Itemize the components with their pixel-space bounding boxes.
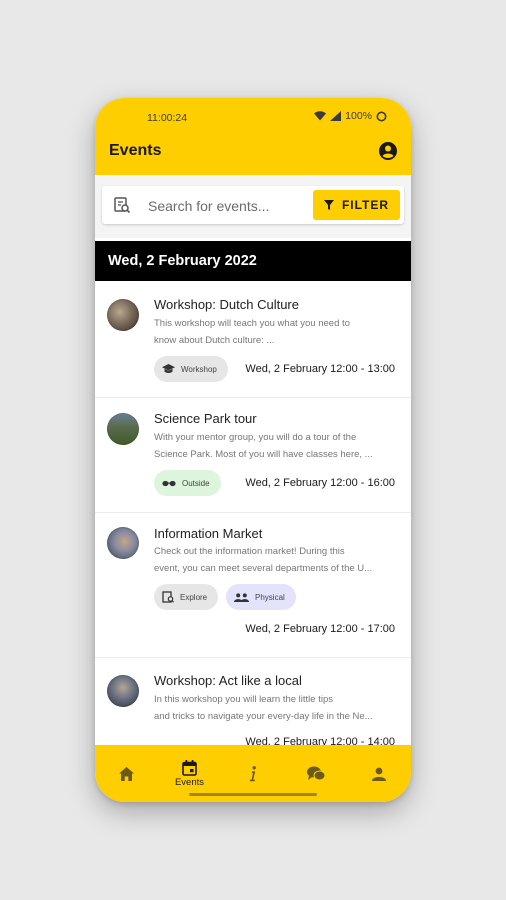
battery-percent: 100% — [345, 110, 372, 122]
bottom-navigation: Events — [95, 745, 411, 802]
event-title: Science Park tour — [154, 411, 257, 426]
home-icon — [119, 766, 134, 781]
search-input[interactable] — [146, 190, 310, 222]
event-description-line: In this workshop you will learn the litt… — [154, 694, 333, 705]
event-title: Workshop: Dutch Culture — [154, 297, 299, 312]
tag-chip-physical[interactable]: Physical — [226, 584, 296, 610]
person-icon — [371, 767, 386, 781]
event-avatar — [107, 413, 139, 445]
battery-icon — [376, 111, 387, 121]
tag-chip-explore[interactable]: Explore — [154, 584, 219, 610]
event-description: In this workshop you will learn the litt… — [154, 691, 398, 725]
event-description: This workshop will teach you what you ne… — [154, 315, 398, 349]
filter-label: FILTER — [341, 198, 390, 212]
event-description: Check out the information market! During… — [154, 543, 398, 577]
nav-profile[interactable] — [347, 745, 410, 802]
explore-icon — [162, 591, 174, 603]
people-icon — [234, 592, 249, 602]
tag-chip-workshop[interactable]: Workshop — [154, 356, 228, 382]
app-bar: 11:00:24 100% Events — [95, 98, 411, 175]
signal-icon — [330, 111, 342, 121]
page-title: Events — [109, 142, 162, 159]
info-icon — [249, 765, 256, 781]
event-avatar — [107, 527, 139, 559]
event-description-line: know about Dutch culture: ... — [154, 335, 275, 346]
event-avatar — [107, 299, 139, 331]
event-time: Wed, 2 February 12:00 - 16:00 — [245, 477, 395, 489]
tag-chip-label: Outside — [182, 478, 210, 488]
status-icons: 100% — [314, 110, 387, 122]
event-avatar — [107, 675, 139, 707]
tag-chip-label: Explore — [180, 592, 208, 602]
event-description-line: This workshop will teach you what you ne… — [154, 318, 350, 329]
event-time: Wed, 2 February 12:00 - 13:00 — [245, 363, 395, 375]
event-description: With your mentor group, you will do a to… — [154, 429, 398, 463]
event-description-line: and tricks to navigate your every-day li… — [154, 711, 373, 722]
event-description-line: With your mentor group, you will do a to… — [154, 432, 357, 443]
date-section-header: Wed, 2 February 2022 — [95, 241, 411, 281]
filter-button[interactable]: FILTER — [313, 190, 400, 220]
search-icon — [114, 197, 131, 214]
tag-chip-label: Workshop — [181, 364, 217, 374]
event-title: Information Market — [154, 526, 263, 541]
status-time: 11:00:24 — [147, 112, 188, 124]
event-item[interactable]: Workshop: Dutch Culture This workshop wi… — [95, 281, 411, 397]
phone-screen: 11:00:24 100% Events FILTE — [95, 98, 411, 802]
event-item[interactable]: Science Park tour With your mentor group… — [95, 397, 411, 512]
sunglasses-icon — [162, 480, 176, 487]
filter-icon — [323, 200, 334, 210]
nav-events-label: Events — [174, 776, 205, 788]
event-item[interactable]: Information Market Check out the informa… — [95, 512, 411, 657]
account-icon[interactable] — [378, 141, 398, 161]
calendar-icon — [182, 759, 197, 776]
gesture-handle — [189, 793, 317, 796]
event-title: Workshop: Act like a local — [154, 673, 302, 688]
tag-chip-outside[interactable]: Outside — [154, 470, 221, 496]
event-item[interactable]: Workshop: Act like a local In this works… — [95, 657, 411, 745]
event-list[interactable]: Workshop: Dutch Culture This workshop wi… — [95, 281, 411, 745]
search-area: FILTER — [95, 175, 411, 238]
wifi-icon — [314, 111, 327, 121]
search-bar: FILTER — [102, 186, 404, 224]
event-description-line: event, you can meet several departments … — [154, 563, 373, 574]
tag-chip-label: Physical — [255, 592, 285, 602]
event-description-line: Check out the information market! During… — [154, 546, 345, 557]
graduation-cap-icon — [162, 364, 175, 373]
nav-home[interactable] — [95, 745, 158, 802]
event-description-line: Science Park. Most of you will have clas… — [154, 449, 373, 460]
chat-icon — [306, 766, 325, 781]
event-time: Wed, 2 February 12:00 - 14:00 — [245, 736, 395, 745]
event-time: Wed, 2 February 12:00 - 17:00 — [245, 623, 395, 635]
